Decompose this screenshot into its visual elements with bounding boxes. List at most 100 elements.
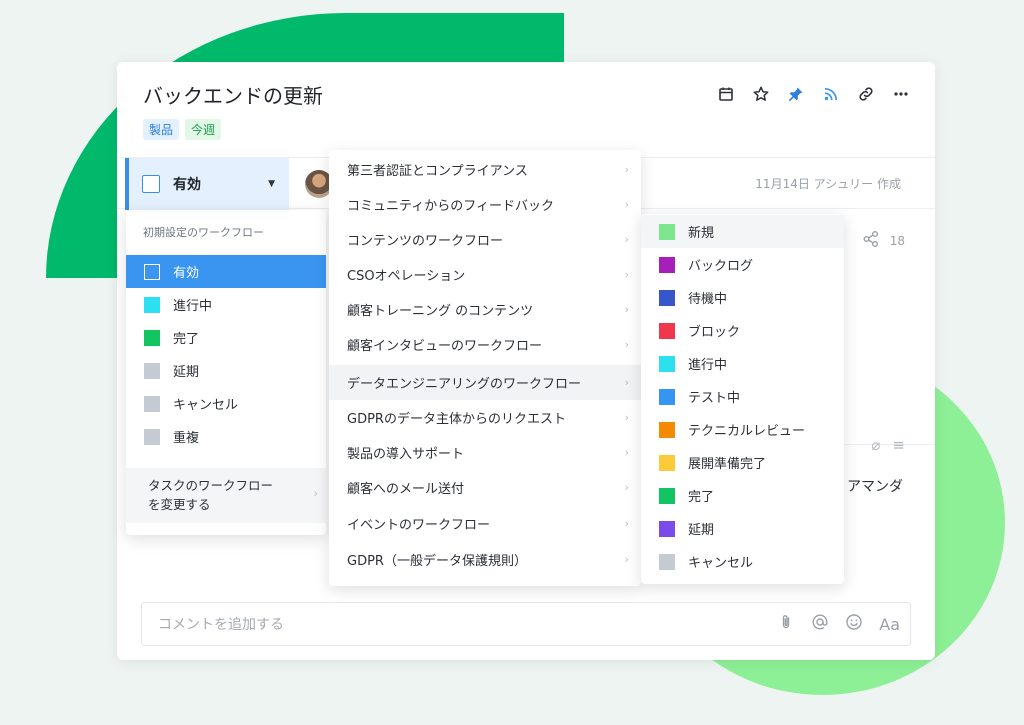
chevron-right-icon: › bbox=[624, 517, 629, 530]
status-item-label: ブロック bbox=[688, 325, 741, 340]
status-color-swatch bbox=[659, 454, 675, 471]
status-option-label: キャンセル bbox=[173, 398, 239, 413]
status-option-postponed[interactable]: 延期 bbox=[126, 354, 326, 387]
change-workflow-label-2: を変更する bbox=[148, 497, 211, 512]
status-option-in-progress[interactable]: 進行中 bbox=[126, 288, 326, 321]
row-icons: ⌀ ≡ bbox=[871, 436, 905, 454]
status-item[interactable]: 進行中 bbox=[641, 347, 844, 380]
menu-heading: 初期設定のワークフロー bbox=[143, 226, 264, 239]
status-item[interactable]: テクニカルレビュー bbox=[641, 413, 844, 446]
workflow-item-label: 製品の導入サポート bbox=[347, 447, 465, 462]
share-area: 18 bbox=[862, 230, 905, 251]
status-dropdown[interactable]: 有効 ▼ bbox=[125, 158, 289, 210]
caret-down-icon: ▼ bbox=[268, 179, 275, 189]
format-icon[interactable]: Aa bbox=[879, 615, 900, 634]
status-option-label: 完了 bbox=[173, 332, 200, 347]
comment-tools: Aa bbox=[777, 613, 900, 635]
emoji-icon[interactable] bbox=[845, 613, 863, 635]
status-item[interactable]: バックログ bbox=[641, 248, 844, 281]
chevron-right-icon: › bbox=[624, 233, 629, 246]
workflow-item[interactable]: イベントのワークフロー › bbox=[329, 506, 641, 541]
task-toolbar bbox=[716, 84, 911, 104]
chevron-right-icon: › bbox=[624, 446, 629, 459]
status-color-swatch bbox=[659, 487, 675, 504]
status-option-duplicate[interactable]: 重複 bbox=[126, 420, 326, 453]
workflow-item-label: 第三者認証とコンプライアンス bbox=[347, 164, 528, 179]
status-item[interactable]: キャンセル bbox=[641, 545, 844, 578]
rss-icon[interactable] bbox=[821, 84, 841, 104]
workflow-item[interactable]: GDPR（一般データ保護規則） › bbox=[329, 542, 641, 577]
status-item-label: 展開準備完了 bbox=[688, 457, 767, 472]
status-option-label: 重複 bbox=[173, 431, 200, 446]
status-item[interactable]: 展開準備完了 bbox=[641, 446, 844, 479]
paperclip-icon[interactable]: ⌀ bbox=[871, 436, 880, 454]
status-item[interactable]: 延期 bbox=[641, 512, 844, 545]
pin-icon[interactable] bbox=[786, 84, 806, 104]
status-color-swatch bbox=[659, 256, 675, 273]
status-item[interactable]: テスト中 bbox=[641, 380, 844, 413]
status-item-label: 待機中 bbox=[688, 292, 728, 307]
comment-placeholder: コメントを追加する bbox=[158, 617, 284, 633]
chevron-right-icon: › bbox=[624, 303, 629, 316]
workflow-item[interactable]: 顧客インタビューのワークフロー › bbox=[329, 327, 641, 362]
status-label: 有効 bbox=[173, 177, 201, 193]
status-color-swatch bbox=[144, 362, 160, 379]
attach-icon[interactable] bbox=[777, 613, 795, 635]
link-icon[interactable] bbox=[856, 84, 876, 104]
status-color-swatch bbox=[144, 428, 160, 445]
workflow-item[interactable]: 製品の導入サポート › bbox=[329, 435, 641, 470]
workflow-item-label: 顧客インタビューのワークフロー bbox=[347, 339, 543, 354]
status-item[interactable]: ブロック bbox=[641, 314, 844, 347]
workflow-list-menu: 第三者認証とコンプライアンス › コミュニティからのフィードバック › コンテンツの… bbox=[329, 150, 641, 586]
status-item-label: テクニカルレビュー bbox=[688, 424, 806, 439]
chevron-right-icon: › bbox=[624, 553, 629, 566]
mention-icon[interactable] bbox=[811, 613, 829, 635]
star-icon[interactable] bbox=[751, 84, 771, 104]
status-color-swatch bbox=[144, 395, 160, 412]
workflow-status-submenu: 新規 バックログ 待機中 ブロック 進行中 テスト中 テクニカルレビュー 展開準… bbox=[641, 214, 844, 584]
workflow-item-hovered[interactable]: データエンジニアリングのワークフロー › bbox=[329, 365, 641, 400]
status-item[interactable]: 待機中 bbox=[641, 281, 844, 314]
share-count: 18 bbox=[889, 233, 905, 248]
workflow-item-label: CSOオペレーション bbox=[347, 269, 466, 284]
status-option-done[interactable]: 完了 bbox=[126, 321, 326, 354]
comment-input[interactable]: コメントを追加する Aa bbox=[141, 602, 911, 646]
calendar-icon[interactable] bbox=[716, 84, 736, 104]
tag-this-week[interactable]: 今週 bbox=[185, 119, 222, 140]
workflow-item[interactable]: 顧客トレーニング のコンテンツ › bbox=[329, 292, 641, 327]
status-item-label: 新規 bbox=[688, 226, 715, 241]
more-icon[interactable] bbox=[891, 84, 911, 104]
chevron-right-icon: › bbox=[624, 481, 629, 494]
workflow-item[interactable]: コンテンツのワークフロー › bbox=[329, 222, 641, 257]
status-option-active[interactable]: 有効 bbox=[126, 255, 326, 288]
created-meta: 11月14日 アシュリー 作成 bbox=[755, 177, 901, 191]
status-option-label: 有効 bbox=[173, 266, 200, 281]
status-color-swatch bbox=[659, 322, 675, 339]
status-option-label: 進行中 bbox=[173, 299, 213, 314]
change-workflow-label-1: タスクのワークフロー bbox=[148, 478, 274, 493]
workflow-item[interactable]: コミュニティからのフィードバック › bbox=[329, 187, 641, 222]
status-item-label: バックログ bbox=[688, 259, 754, 274]
workflow-item[interactable]: 顧客へのメール送付 › bbox=[329, 470, 641, 505]
workflow-item-label: イベントのワークフロー bbox=[347, 518, 491, 533]
workflow-item-label: コンテンツのワークフロー bbox=[347, 234, 504, 249]
workflow-item[interactable]: CSOオペレーション › bbox=[329, 257, 641, 292]
status-item[interactable]: 新規 bbox=[641, 215, 844, 248]
status-color-swatch bbox=[659, 553, 675, 570]
status-color-swatch bbox=[659, 388, 675, 405]
chevron-right-icon: › bbox=[624, 338, 629, 351]
status-color-swatch bbox=[659, 355, 675, 372]
workflow-item[interactable]: GDPRのデータ主体からのリクエスト › bbox=[329, 400, 641, 435]
list-icon[interactable]: ≡ bbox=[892, 436, 905, 454]
tag-product[interactable]: 製品 bbox=[143, 119, 180, 140]
workflow-item[interactable]: 第三者認証とコンプライアンス › bbox=[329, 152, 641, 187]
workflow-item-label: 顧客へのメール送付 bbox=[347, 482, 465, 497]
status-option-cancel[interactable]: キャンセル bbox=[126, 387, 326, 420]
assignee-name[interactable]: アマンダ bbox=[847, 476, 903, 496]
status-item[interactable]: 完了 bbox=[641, 479, 844, 512]
share-icon[interactable] bbox=[862, 230, 880, 251]
status-checkbox[interactable] bbox=[142, 175, 160, 193]
change-workflow-item[interactable]: タスクのワークフロー を変更する › bbox=[126, 468, 326, 523]
status-color-swatch bbox=[659, 421, 675, 438]
chevron-right-icon: › bbox=[624, 411, 629, 424]
